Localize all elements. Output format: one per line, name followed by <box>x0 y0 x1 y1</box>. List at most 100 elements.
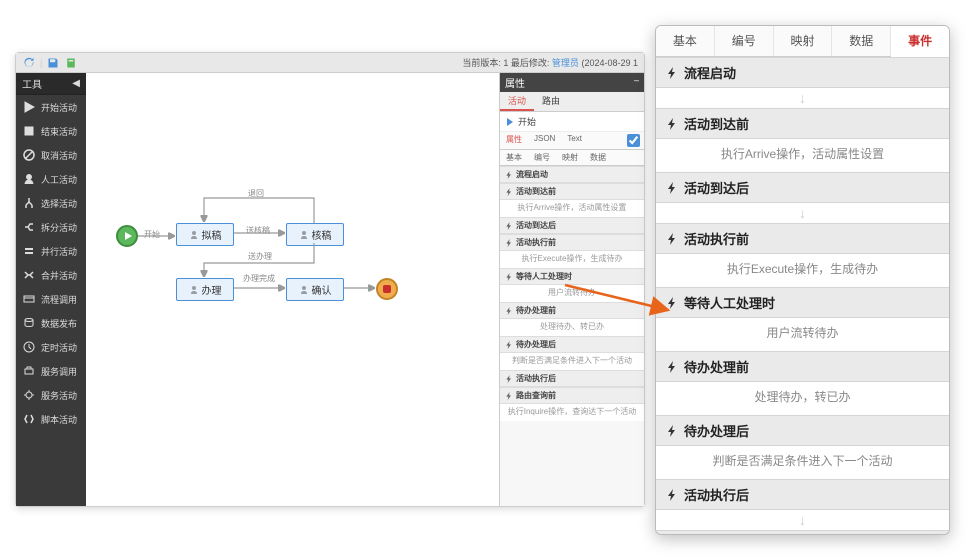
service-icon <box>22 364 36 378</box>
play-icon <box>22 100 36 114</box>
overlay-tabs: 基本编号映射数据事件 <box>656 26 949 57</box>
event-section[interactable]: 活动执行后 <box>500 370 644 387</box>
palette-item-data[interactable]: 数据发布 <box>16 311 86 335</box>
palette-item-label: 服务调用 <box>41 365 77 378</box>
event-desc: 执行Inquire操作，查询达下一个活动 <box>500 404 644 421</box>
tab-json[interactable]: JSON <box>528 132 561 149</box>
merge-icon <box>22 268 36 282</box>
palette-item-label: 并行活动 <box>41 245 77 258</box>
overlay-tab-0[interactable]: 基本 <box>656 26 715 56</box>
palette-item-branch[interactable]: 选择活动 <box>16 191 86 215</box>
palette-item-label: 拆分活动 <box>41 221 77 234</box>
tool-palette: 工具 ◀ 开始活动结束活动取消活动人工活动选择活动拆分活动并行活动合并活动流程调… <box>16 73 86 506</box>
timer-icon <box>22 340 36 354</box>
event-desc: 判断是否满足条件进入下一个活动 <box>500 353 644 370</box>
tab-route[interactable]: 路由 <box>534 92 568 111</box>
palette-item-person[interactable]: 人工活动 <box>16 167 86 191</box>
overlay-event-section[interactable]: 待办处理后 <box>656 415 949 446</box>
palette-item-play[interactable]: 开始活动 <box>16 95 86 119</box>
export-icon[interactable] <box>64 56 78 70</box>
data-icon <box>22 316 36 330</box>
overlay-event-section[interactable]: 活动执行后 <box>656 479 949 510</box>
tab-text[interactable]: Text <box>561 132 588 149</box>
close-icon[interactable]: – <box>634 75 639 90</box>
event-section[interactable]: 流程启动 <box>500 166 644 183</box>
tab-activity[interactable]: 活动 <box>500 92 534 111</box>
palette-item-svcact[interactable]: 服务活动 <box>16 383 86 407</box>
overlay-event-section[interactable]: 流程启动 <box>656 57 949 88</box>
palette-item-timer[interactable]: 定时活动 <box>16 335 86 359</box>
edge-label: 送办理 <box>246 251 274 262</box>
overlay-event-desc: 执行Arrive操作，活动属性设置 <box>656 139 949 172</box>
palette-item-service[interactable]: 服务调用 <box>16 359 86 383</box>
stop-icon <box>22 124 36 138</box>
overlay-event-desc: 执行Execute操作，生成待办 <box>656 254 949 287</box>
palette-item-merge[interactable]: 合并活动 <box>16 263 86 287</box>
palette-item-label: 合并活动 <box>41 269 77 282</box>
palette-item-label: 服务活动 <box>41 389 77 402</box>
person-icon <box>22 172 36 186</box>
parallel-icon <box>22 244 36 258</box>
edge-label: 开始 <box>142 229 162 240</box>
event-section[interactable]: 路由查询前 <box>500 387 644 404</box>
subproc-icon <box>22 292 36 306</box>
palette-item-label: 选择活动 <box>41 197 77 210</box>
overlay-tab-4[interactable]: 事件 <box>891 26 949 57</box>
overlay-tab-3[interactable]: 数据 <box>832 26 891 56</box>
branch-icon <box>22 196 36 210</box>
toggle-checkbox[interactable] <box>627 134 640 147</box>
tab-props[interactable]: 属性 <box>500 132 528 149</box>
app-toolbar: | 当前版本: 1 最后修改: 管理员 (2024-08-29 1 <box>16 53 644 73</box>
save-icon[interactable] <box>46 56 60 70</box>
palette-item-parallel[interactable]: 并行活动 <box>16 239 86 263</box>
palette-item-cancel[interactable]: 取消活动 <box>16 143 86 167</box>
palette-item-script[interactable]: 脚本活动 <box>16 407 86 431</box>
svcact-icon <box>22 388 36 402</box>
palette-item-split[interactable]: 拆分活动 <box>16 215 86 239</box>
properties-panel: 属性– 活动 路由 开始 属性 JSON Text 基本 编号 映射 数据 <box>499 73 644 506</box>
overlay-event-section[interactable]: 活动到达前 <box>656 108 949 139</box>
split-icon <box>22 220 36 234</box>
overlay-body: 流程启动↓活动到达前执行Arrive操作，活动属性设置活动到达后↓活动执行前执行… <box>656 57 949 534</box>
overlay-tab-2[interactable]: 映射 <box>774 26 833 56</box>
event-section[interactable]: 活动到达后 <box>500 217 644 234</box>
version-info: 当前版本: 1 最后修改: 管理员 (2024-08-29 1 <box>462 56 638 69</box>
flow-node-handle[interactable]: 办理 <box>176 278 234 301</box>
overlay-event-section[interactable]: 活动执行前 <box>656 223 949 254</box>
down-arrow-icon: ↓ <box>656 203 949 223</box>
event-section[interactable]: 等待人工处理时 <box>500 268 644 285</box>
event-desc: 执行Execute操作，生成待办 <box>500 251 644 268</box>
events-panel-enlarged: 基本编号映射数据事件 流程启动 ↓ 活动到达前执行Arrive操作，活动属性设置活动… <box>655 25 950 535</box>
flow-node-confirm[interactable]: 确认 <box>286 278 344 301</box>
palette-item-label: 开始活动 <box>41 101 77 114</box>
refresh-icon[interactable] <box>22 56 36 70</box>
end-node[interactable] <box>376 278 398 300</box>
palette-item-label: 脚本活动 <box>41 413 77 426</box>
overlay-tab-1[interactable]: 编号 <box>715 26 774 56</box>
event-section[interactable]: 待办处理前 <box>500 302 644 319</box>
flow-node-review[interactable]: 核稿 <box>286 223 344 246</box>
cancel-icon <box>22 148 36 162</box>
subtab-map[interactable]: 映射 <box>556 150 584 165</box>
flow-node-draft[interactable]: 拟稿 <box>176 223 234 246</box>
palette-item-label: 流程调用 <box>41 293 77 306</box>
palette-item-stop[interactable]: 结束活动 <box>16 119 86 143</box>
script-icon <box>22 412 36 426</box>
event-section[interactable]: 活动执行前 <box>500 234 644 251</box>
collapse-icon[interactable]: ◀ <box>72 78 80 89</box>
subtab-basic[interactable]: 基本 <box>500 150 528 165</box>
event-section[interactable]: 待办处理后 <box>500 336 644 353</box>
start-node[interactable] <box>116 225 138 247</box>
overlay-event-section[interactable]: 等待人工处理时 <box>656 287 949 318</box>
properties-top-tabs: 活动 路由 <box>500 92 644 112</box>
overlay-event-section[interactable]: 路由查询前 <box>656 530 949 534</box>
overlay-event-section[interactable]: 活动到达后 <box>656 172 949 203</box>
event-section[interactable]: 活动到达前 <box>500 183 644 200</box>
palette-item-label: 结束活动 <box>41 125 77 138</box>
overlay-event-desc: 用户流转待办 <box>656 318 949 351</box>
palette-item-subproc[interactable]: 流程调用 <box>16 287 86 311</box>
subtab-data[interactable]: 数据 <box>584 150 612 165</box>
event-desc: 处理待办、转已办 <box>500 319 644 336</box>
overlay-event-section[interactable]: 待办处理前 <box>656 351 949 382</box>
subtab-id[interactable]: 编号 <box>528 150 556 165</box>
